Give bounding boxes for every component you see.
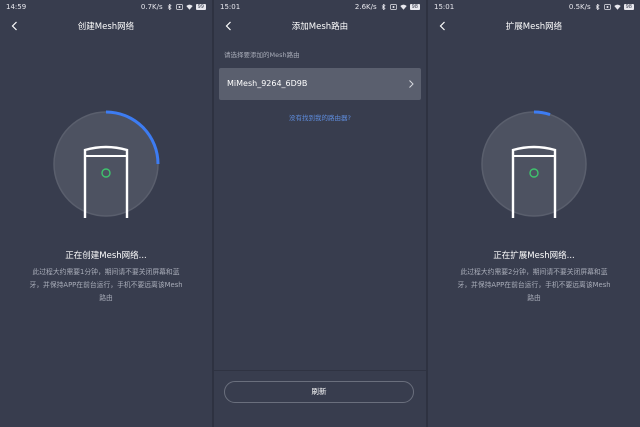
network-speed: 0.5K/s [568,3,591,11]
description-line: 牙，并保持APP在前台运行，手机不要远离该Mesh [457,281,611,289]
network-speed: 0.7K/s [140,3,163,11]
description: 此过程大约需要1分钟，期间请不要关闭屏幕和蓝 牙，并保持APP在前台运行，手机不… [18,266,194,305]
status-message: 正在创建Mesh网络... [65,251,147,261]
description: 此过程大约需要2分钟，期间请不要关闭屏幕和蓝 牙，并保持APP在前台运行，手机不… [446,266,622,305]
title-bar: 创建Mesh网络 [0,16,212,38]
status-message: 正在扩展Mesh网络... [493,251,575,261]
status-time: 14:59 [6,3,27,11]
wifi-icon [613,4,621,10]
chevron-right-icon [409,80,414,88]
progress-ring [52,110,160,220]
refresh-button[interactable]: 刷新 [224,381,414,403]
page-title: 添加Mesh路由 [291,22,349,32]
battery-icon: 98 [409,4,420,10]
screen-extend-mesh: 15:01 0.5K/s 98 扩展Mesh网络 正在扩展Mesh网络... 此… [428,0,640,427]
battery-icon: 99 [195,4,206,10]
ring-track [481,111,587,217]
progress-ring [480,110,588,220]
status-time: 15:01 [220,3,241,11]
bluetooth-icon [381,4,386,10]
alarm-icon [603,4,611,10]
status-bar: 15:01 0.5K/s 98 [428,0,640,14]
battery-icon: 98 [623,4,634,10]
screen-create-mesh: 14:59 0.7K/s 99 创建Mesh网络 正在创建Mesh网络... 此… [0,0,212,427]
status-bar: 14:59 0.7K/s 99 [0,0,212,14]
device-list-item[interactable]: MiMesh_9264_6D9B [219,68,421,100]
status-time: 15:01 [434,3,455,11]
screen-add-mesh-router: 15:01 2.6K/s 98 添加Mesh路由 请选择要添加的Mesh路由 M… [214,0,426,427]
status-bar: 15:01 2.6K/s 98 [214,0,426,14]
device-name: MiMesh_9264_6D9B [227,79,308,88]
bluetooth-icon [595,4,600,10]
description-line: 路由 [527,294,541,302]
title-bar: 扩展Mesh网络 [428,16,640,38]
network-speed: 2.6K/s [354,3,377,11]
description-line: 此过程大约需要1分钟，期间请不要关闭屏幕和蓝 [32,268,180,276]
title-bar: 添加Mesh路由 [214,16,426,38]
description-line: 路由 [99,294,113,302]
bluetooth-icon [167,4,172,10]
select-prompt: 请选择要添加的Mesh路由 [224,51,300,59]
alarm-icon [175,4,183,10]
description-line: 此过程大约需要2分钟，期间请不要关闭屏幕和蓝 [460,268,608,276]
wifi-icon [185,4,193,10]
page-title: 扩展Mesh网络 [505,22,563,32]
wifi-icon [399,4,407,10]
alarm-icon [389,4,397,10]
description-line: 牙，并保持APP在前台运行，手机不要远离该Mesh [29,281,183,289]
router-not-found-link[interactable]: 没有找到我的路由器? [214,112,426,122]
page-title: 创建Mesh网络 [77,22,135,32]
divider [214,370,426,371]
